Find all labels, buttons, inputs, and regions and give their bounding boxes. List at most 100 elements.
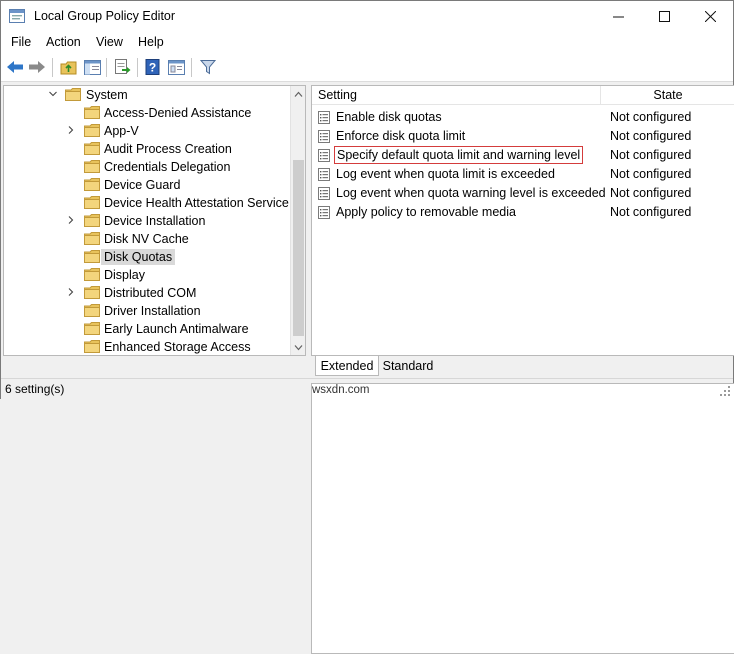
policy-setting-icon (318, 187, 330, 200)
menu-action[interactable]: Action (46, 35, 81, 49)
tab-extended[interactable]: Extended (315, 356, 379, 376)
tree-item-device-guard[interactable]: Device Guard (4, 176, 289, 194)
tree-item-driver-installation[interactable]: Driver Installation (4, 302, 289, 320)
forward-button[interactable] (28, 58, 46, 76)
tree-item-label: Display (104, 268, 145, 282)
chevron-right-icon[interactable] (66, 125, 76, 135)
filter-button[interactable] (199, 58, 217, 76)
settings-list-pane: Setting State Enable disk quotas Not conf… (311, 85, 734, 356)
toolbar: ? (1, 53, 733, 82)
scroll-down-arrow-icon[interactable] (294, 343, 303, 352)
filter-icon (200, 60, 216, 75)
policy-setting-icon (318, 130, 330, 143)
setting-row[interactable]: Log event when quota limit is exceeded No… (312, 165, 734, 184)
show-hide-tree-icon (83, 59, 101, 75)
forward-arrow-icon (29, 61, 45, 73)
folder-icon (65, 88, 81, 101)
tree-item-credentials-delegation[interactable]: Credentials Delegation (4, 158, 289, 176)
setting-row[interactable]: Enable disk quotas Not configured (312, 108, 734, 127)
folder-icon (84, 160, 100, 173)
tree-vertical-scrollbar[interactable] (290, 86, 305, 355)
setting-name: Log event when quota warning level is ex… (336, 186, 606, 200)
chevron-down-icon[interactable] (48, 89, 58, 99)
menu-view[interactable]: View (96, 35, 123, 49)
folder-icon (84, 286, 100, 299)
tree-item-label: Driver Installation (104, 304, 201, 318)
minimize-button[interactable] (595, 1, 641, 31)
tree-item-early-launch-antimalware[interactable]: Early Launch Antimalware (4, 320, 289, 338)
status-bar: 6 setting(s) wsxdn.com (1, 378, 734, 654)
folder-icon (84, 124, 100, 137)
folder-icon (84, 322, 100, 335)
show-hide-tree-button[interactable] (83, 58, 101, 76)
folder-icon (84, 232, 100, 245)
menu-help[interactable]: Help (138, 35, 164, 49)
properties-button[interactable] (167, 58, 185, 76)
folder-icon (84, 340, 100, 353)
back-button[interactable] (6, 58, 24, 76)
setting-row[interactable]: Log event when quota warning level is ex… (312, 184, 734, 203)
export-list-button[interactable] (113, 58, 131, 76)
tree-pane: System Access-Denied Assistance App-V Audi… (3, 85, 306, 356)
column-header-state[interactable]: State (601, 86, 734, 105)
tree-item-audit-process-creation[interactable]: Audit Process Creation (4, 140, 289, 158)
tree-item-access-denied-assistance[interactable]: Access-Denied Assistance (4, 104, 289, 122)
setting-state: Not configured (610, 167, 692, 181)
setting-row[interactable]: Enforce disk quota limit Not configured (312, 127, 734, 146)
folder-icon (84, 106, 100, 119)
settings-count-text: 6 setting(s) (5, 382, 65, 396)
setting-state: Not configured (610, 205, 692, 219)
tree-item-label: Device Health Attestation Service (104, 196, 289, 210)
policy-editor-app-icon (9, 9, 25, 23)
tree-item-device-installation[interactable]: Device Installation (4, 212, 289, 230)
tree-item-label: Distributed COM (104, 286, 197, 300)
help-button[interactable]: ? (144, 58, 162, 76)
app-window: Local Group Policy Editor File Action Vi… (0, 0, 734, 654)
setting-name: Log event when quota limit is exceeded (336, 167, 555, 181)
watermark-text: wsxdn.com (311, 383, 734, 654)
tree-item-disk-nv-cache[interactable]: Disk NV Cache (4, 230, 289, 248)
close-button[interactable] (687, 1, 733, 31)
tree-scroll-thumb[interactable] (293, 160, 304, 336)
setting-state: Not configured (610, 186, 692, 200)
tree-item-display[interactable]: Display (4, 266, 289, 284)
tree-item-system[interactable]: System (4, 86, 289, 104)
folder-icon (84, 304, 100, 317)
setting-row[interactable]: Specify default quota limit and warning … (312, 146, 734, 165)
setting-state: Not configured (610, 110, 692, 124)
column-header-setting[interactable]: Setting (312, 86, 601, 105)
setting-name: Enforce disk quota limit (336, 129, 466, 143)
tree-item-label: Device Installation (104, 214, 206, 228)
setting-name: Enable disk quotas (336, 110, 442, 124)
tree-item-label: Credentials Delegation (104, 160, 231, 174)
menu-file[interactable]: File (11, 35, 31, 49)
setting-state: Not configured (610, 129, 692, 143)
folder-icon (84, 196, 100, 209)
tree-item-label: Enhanced Storage Access (104, 340, 251, 354)
folder-icon (84, 178, 100, 191)
tab-standard[interactable]: Standard (377, 356, 439, 376)
maximize-icon (658, 10, 670, 22)
policy-setting-icon (318, 206, 330, 219)
tree-item-disk-quotas[interactable]: Disk Quotas (4, 248, 289, 266)
tree-item-device-health-attestation-service[interactable]: Device Health Attestation Service (4, 194, 289, 212)
tree-item-app-v[interactable]: App-V (4, 122, 289, 140)
resize-grip-icon[interactable] (719, 385, 731, 397)
chevron-right-icon[interactable] (66, 287, 76, 297)
minimize-icon (612, 16, 624, 17)
scroll-up-arrow-icon[interactable] (294, 90, 303, 99)
help-icon: ? (145, 59, 160, 75)
maximize-button[interactable] (641, 1, 687, 31)
setting-row[interactable]: Apply policy to removable media Not confi… (312, 203, 734, 222)
tree-item-distributed-com[interactable]: Distributed COM (4, 284, 289, 302)
folder-icon (84, 268, 100, 281)
tree-item-label: Disk NV Cache (104, 232, 189, 246)
tree-item-enhanced-storage-access[interactable]: Enhanced Storage Access (4, 338, 289, 355)
tree-item-label: Disk Quotas (101, 249, 176, 265)
setting-state: Not configured (610, 148, 692, 162)
view-tabs: Extended Standard (311, 356, 734, 378)
up-one-level-button[interactable] (59, 58, 77, 76)
folder-icon (84, 250, 100, 263)
chevron-right-icon[interactable] (66, 215, 76, 225)
tree-item-label: System (86, 88, 128, 102)
